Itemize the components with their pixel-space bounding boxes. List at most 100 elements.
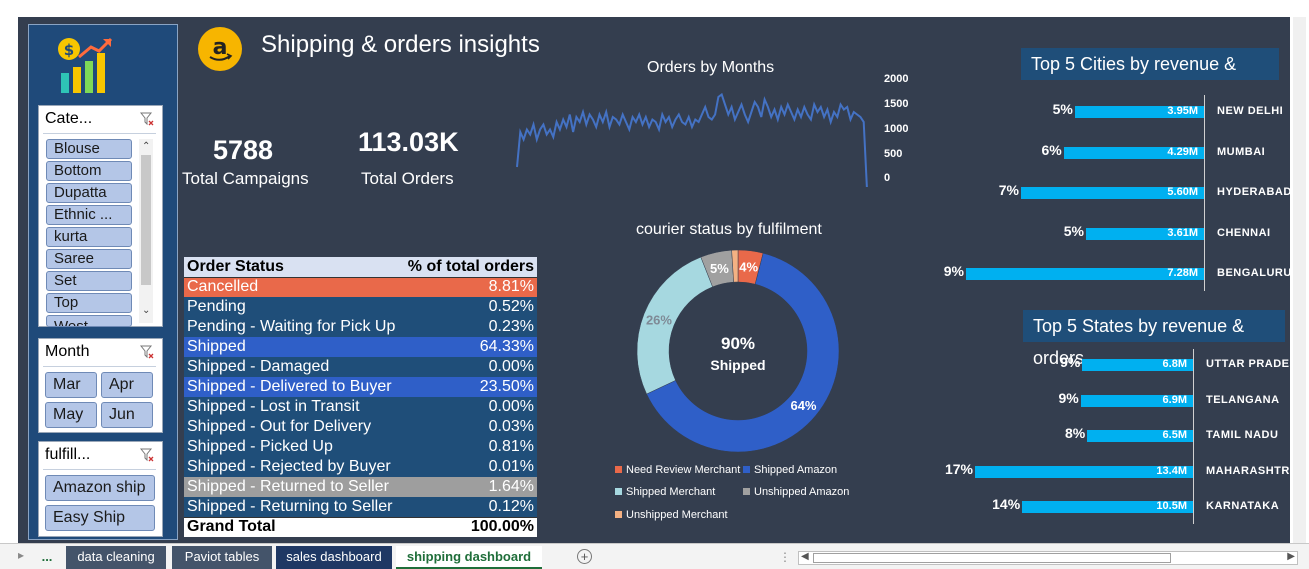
category-slicer: Cate... Blouse Bottom Dupatta Ethnic ...… [38, 105, 163, 327]
pct-col-header: % of total orders [402, 257, 537, 278]
tab-splitter-icon[interactable]: ⋮ [779, 550, 791, 564]
status-cell: Shipped - Returning to Seller [184, 497, 403, 517]
fulfillment-item-amazon-ship[interactable]: Amazon ship [45, 475, 155, 501]
donut-label: 26% [646, 313, 672, 328]
status-cell: Shipped - Out for Delivery [184, 417, 403, 437]
table-row: Pending 0.52% [184, 297, 537, 317]
bar-pct-label: 17% [944, 460, 973, 477]
status-cell: Shipped - Picked Up [184, 437, 403, 457]
scroll-thumb[interactable] [141, 155, 151, 285]
month-slicer-header: Month [45, 343, 90, 360]
bar-value-label: 5.60M [1167, 186, 1198, 198]
donut-label: 5% [710, 261, 729, 276]
donut-center-value: 90% [720, 334, 756, 353]
orders-by-months-title: Orders by Months [647, 59, 775, 76]
scroll-up-icon[interactable]: ⌃ [142, 141, 150, 152]
table-header-row: Order Status % of total orders [184, 257, 537, 278]
status-cell: Shipped - Delivered to Buyer [184, 377, 403, 397]
top-states-title: Top 5 States by revenue & orders [1023, 310, 1285, 368]
worksheet-top-area [0, 0, 1309, 17]
pct-cell: 0.03% [402, 417, 537, 437]
total-campaigns-label: Total Campaigns [182, 169, 309, 188]
category-scrollbar[interactable]: ⌃ ⌄ [139, 139, 153, 323]
bar-category-label: NEW DELHI [1217, 105, 1284, 117]
tab-sales-dashboard[interactable]: sales dashboard [276, 546, 392, 569]
clear-filter-icon[interactable] [140, 448, 154, 462]
category-slicer-header: Cate... [45, 110, 93, 127]
vertical-scrollbar[interactable] [1290, 17, 1309, 543]
donut-center-label: Shipped [710, 357, 766, 373]
category-item-bottom[interactable]: Bottom [46, 161, 132, 181]
category-item-ethnic[interactable]: Ethnic ... [46, 205, 132, 225]
pct-cell: 0.00% [402, 357, 537, 377]
pct-cell: 0.23% [402, 317, 537, 337]
status-cell: Pending [184, 297, 403, 317]
bar-value-label: 13.4M [1156, 464, 1187, 477]
bar-pct-label: 14% [992, 496, 1021, 512]
scroll-left-icon[interactable]: ◀ [801, 551, 809, 562]
month-item-may[interactable]: May [45, 402, 97, 428]
fulfillment-item-easy-ship[interactable]: Easy Ship [45, 505, 155, 531]
table-row: Shipped - Delivered to Buyer 23.50% [184, 377, 537, 397]
horizontal-scrollbar[interactable]: ◀ ▶ [798, 551, 1298, 565]
tab-scroll-left-icon[interactable]: ▸ [18, 548, 24, 562]
bar-value-label: 3.61M [1167, 226, 1198, 239]
cities-axis [1204, 95, 1205, 291]
tab-data-cleaning[interactable]: data cleaning [66, 546, 166, 569]
money-chart-icon: $ [58, 37, 113, 93]
tab-paviot-tables[interactable]: Paviot tables [172, 546, 272, 569]
legend-shipped-amazon: Shipped Amazon [743, 464, 837, 476]
month-item-apr[interactable]: Apr [101, 372, 153, 398]
status-cell: Shipped - Rejected by Buyer [184, 457, 403, 477]
scroll-down-icon[interactable]: ⌄ [142, 305, 150, 316]
y-tick: 1000 [884, 123, 909, 135]
category-item-saree[interactable]: Saree [46, 249, 132, 269]
category-item-kurta[interactable]: kurta [46, 227, 132, 247]
bar-category-label: CHENNAI [1217, 226, 1271, 239]
category-item-top[interactable]: Top [46, 293, 132, 313]
amazon-logo-icon: a [198, 27, 242, 71]
bar-pct-label: 9% [1058, 389, 1079, 406]
bar-value-label: 3.95M [1167, 105, 1198, 117]
grand-total-value: 100.00% [402, 516, 537, 537]
slicer-sidebar: $ Cate... Blouse Bottom Dupatta Ethnic .… [28, 24, 178, 540]
tab-more[interactable]: ... [30, 546, 64, 569]
bar-value-label: 6.9M [1162, 393, 1187, 406]
table-row: Shipped - Returned to Seller 1.64% [184, 477, 537, 497]
category-item-dupatta[interactable]: Dupatta [46, 183, 132, 203]
total-orders-label: Total Orders [361, 169, 454, 188]
clear-filter-icon[interactable] [140, 345, 154, 359]
bar-category-label: TAMIL NADU [1206, 429, 1279, 441]
tab-shipping-dashboard[interactable]: shipping dashboard [396, 546, 542, 569]
category-item-set[interactable]: Set [46, 271, 132, 291]
add-sheet-icon[interactable]: + [577, 549, 592, 564]
table-row: Shipped - Picked Up 0.81% [184, 437, 537, 457]
total-orders-value: 113.03K [358, 127, 459, 157]
month-slicer: Month Mar Apr May Jun [38, 338, 163, 433]
bar-value-label: 6.5M [1162, 429, 1187, 441]
status-cell: Shipped [184, 337, 403, 357]
scroll-right-icon[interactable]: ▶ [1287, 551, 1295, 562]
bar-category-label: HYDERABAD [1217, 186, 1290, 198]
bar-category-label: BENGALURU [1217, 267, 1290, 279]
pct-cell: 0.12% [402, 497, 537, 517]
bar-category-label: KARNATAKA [1206, 500, 1280, 512]
svg-text:$: $ [64, 41, 74, 59]
bar-value-label: 6.8M [1162, 358, 1187, 370]
bar-pct-label: 6% [1041, 141, 1062, 158]
donut-label: 4% [739, 260, 758, 275]
bar-pct-label: 8% [1065, 425, 1086, 441]
horizontal-scroll-thumb[interactable] [813, 553, 1171, 563]
category-item-blouse[interactable]: Blouse [46, 139, 132, 159]
clear-filter-icon[interactable] [140, 112, 154, 126]
bar-category-label: UTTAR PRADESH [1206, 358, 1290, 370]
top-cities-title: Top 5 Cities by revenue & [1021, 48, 1279, 80]
orders-by-months-chart [516, 92, 868, 187]
table-row: Shipped - Damaged 0.00% [184, 357, 537, 377]
grand-total-label: Grand Total [184, 516, 403, 537]
month-item-jun[interactable]: Jun [101, 402, 153, 428]
category-item-western[interactable]: West... [46, 315, 132, 327]
table-row: Shipped - Out for Delivery 0.03% [184, 417, 537, 437]
total-campaigns-value: 5788 [213, 135, 274, 165]
month-item-mar[interactable]: Mar [45, 372, 97, 398]
